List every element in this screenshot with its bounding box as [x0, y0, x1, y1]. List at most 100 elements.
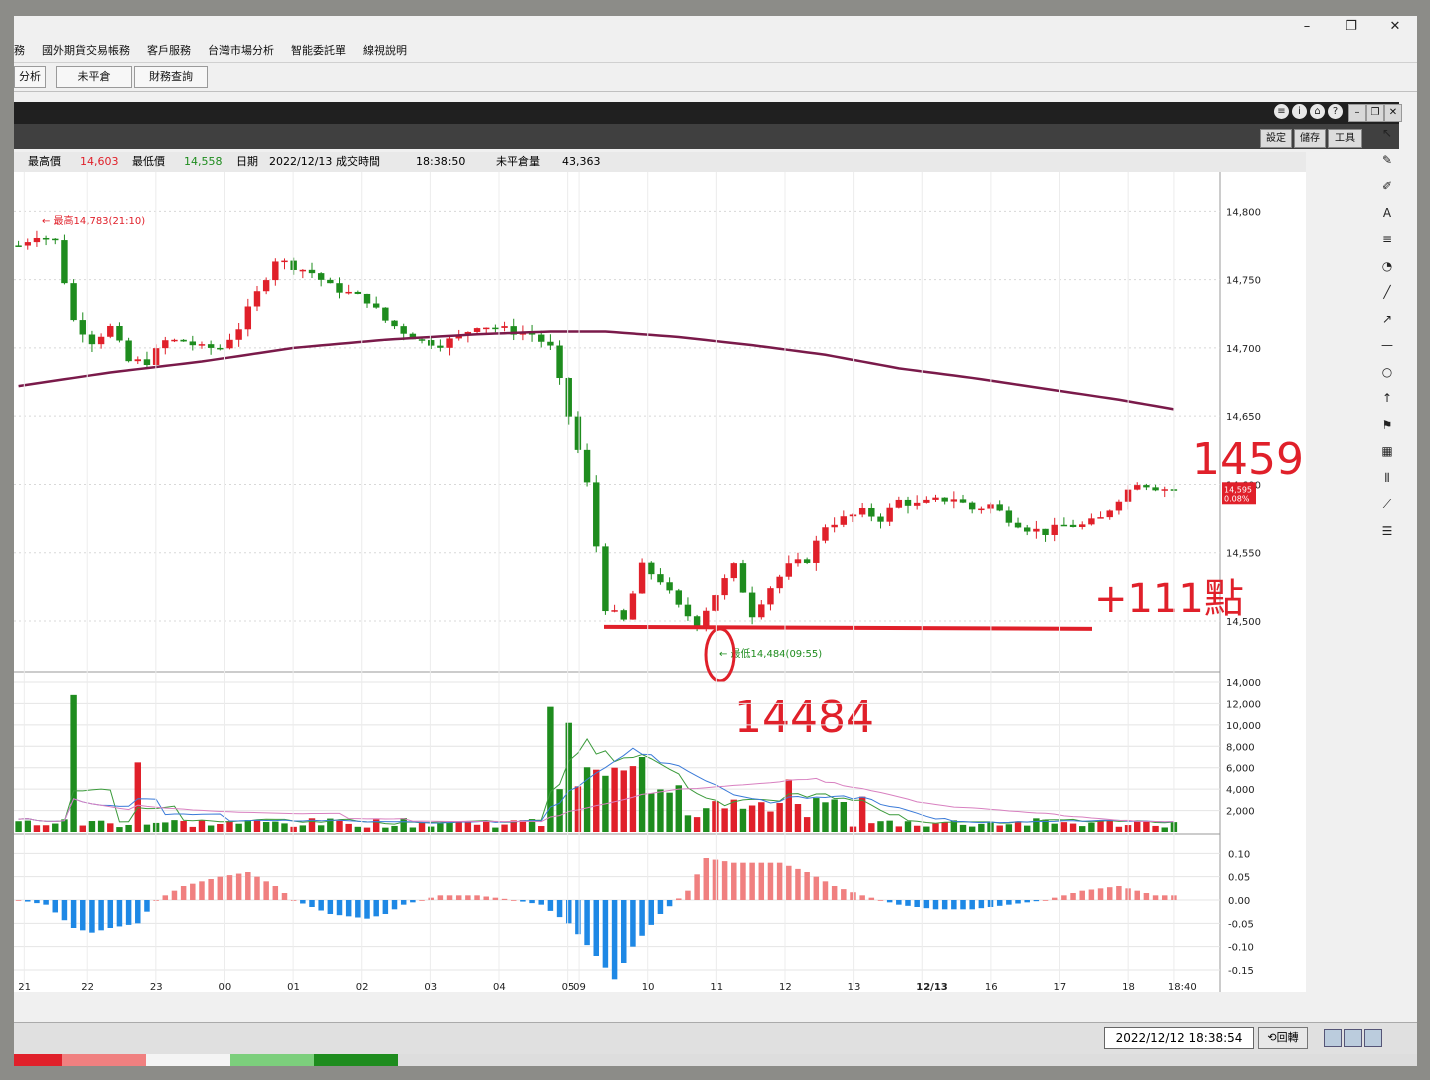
volume-tick-label: 14,000 — [1226, 678, 1261, 689]
volume-bar — [657, 789, 664, 832]
menu-item[interactable]: 線視說明 — [363, 42, 407, 58]
volume-bar — [785, 779, 793, 832]
chart-close-icon[interactable]: ✕ — [1384, 104, 1402, 122]
ray-tool-icon[interactable]: ↗ — [1378, 310, 1396, 328]
chart-minimize-icon[interactable]: – — [1348, 104, 1366, 122]
candle-body — [308, 269, 316, 274]
volume-bar — [290, 826, 297, 832]
circle-tool-icon[interactable]: ○ — [1378, 363, 1396, 381]
text-tool-icon[interactable]: A — [1378, 204, 1396, 222]
candle-body — [968, 502, 976, 510]
volume-bar — [336, 820, 343, 832]
candle-body — [895, 499, 903, 508]
volume-bar — [1106, 820, 1113, 832]
analysis-button[interactable]: 分析 — [14, 66, 46, 88]
fib-tool-icon[interactable]: ☰ — [1378, 522, 1396, 540]
macd-bar — [749, 862, 755, 900]
menu-item[interactable]: 國外期貨交易帳務 — [42, 42, 130, 58]
candle-body — [400, 326, 407, 334]
tools-button[interactable]: 工具 — [1328, 129, 1362, 148]
macd-bar — [804, 872, 810, 900]
macd-bar — [162, 895, 169, 900]
vlines-tool-icon[interactable]: ⦀ — [1378, 469, 1396, 487]
macd-bar — [300, 900, 306, 904]
save-button[interactable]: 儲存 — [1294, 129, 1326, 148]
volume-bar — [97, 820, 105, 832]
hline-tool-icon[interactable]: — — [1378, 336, 1396, 354]
home-icon[interactable]: ⌂ — [1310, 104, 1325, 119]
cursor-icon[interactable]: ↖ — [1378, 124, 1396, 142]
info-icon[interactable]: i — [1292, 104, 1307, 119]
macd-bar — [1070, 893, 1076, 900]
fan-tool-icon[interactable]: ⟋ — [1378, 495, 1396, 513]
volume-bar — [382, 827, 389, 832]
menu-item[interactable]: 台灣市場分析 — [208, 42, 274, 58]
volume-bar — [913, 825, 921, 832]
candle-body — [1051, 524, 1058, 535]
menu-item[interactable]: 客戶服務 — [147, 42, 191, 58]
macd-bar — [116, 900, 123, 927]
minimize-icon[interactable]: – — [1285, 16, 1329, 38]
layout2-icon[interactable] — [1344, 1029, 1362, 1047]
macd-bar — [510, 900, 517, 901]
restore-icon[interactable]: ❐ — [1329, 16, 1373, 38]
volume-bar — [501, 824, 508, 832]
volume-bar — [226, 821, 233, 832]
menu-item[interactable]: 務 — [14, 42, 25, 58]
eraser-icon[interactable]: ✎ — [1378, 151, 1396, 169]
candle-body — [281, 260, 288, 263]
volume-bar — [730, 799, 737, 832]
macd-bar — [1024, 900, 1030, 903]
line-tool-icon[interactable]: ╱ — [1378, 283, 1396, 301]
volume-bar — [895, 826, 903, 832]
macd-bar — [52, 900, 59, 913]
time-value: 18:38:50 — [416, 155, 466, 168]
candle-body — [382, 307, 389, 321]
back-icon: ⟲ — [1267, 1031, 1277, 1044]
price-tick-label: 14,800 — [1226, 207, 1261, 218]
volume-bar — [748, 805, 756, 832]
menu-icon[interactable]: ≡ — [1274, 104, 1289, 119]
menu-item[interactable]: 智能委託單 — [291, 42, 346, 58]
arrow-tool-icon[interactable]: ↑ — [1378, 389, 1396, 407]
candle-body — [327, 279, 334, 284]
macd-bar — [639, 900, 645, 936]
candle-body — [666, 582, 673, 591]
volume-bar — [235, 823, 242, 832]
macd-bar — [914, 900, 920, 907]
macd-bar — [795, 868, 801, 900]
oi-value: 43,363 — [562, 155, 601, 168]
x-tick-label: 01 — [287, 982, 300, 992]
chart-restore-icon[interactable]: ❐ — [1366, 104, 1384, 122]
macd-bar — [245, 872, 251, 900]
price-low-annotation: 14484 — [734, 692, 874, 743]
back-button[interactable]: ⟲回轉 — [1258, 1027, 1308, 1049]
help-icon[interactable]: ? — [1328, 104, 1343, 119]
volume-bar — [968, 826, 976, 832]
candle-body — [978, 508, 985, 511]
hlines-icon[interactable]: ≡ — [1378, 230, 1396, 248]
paint-icon[interactable]: ✐ — [1378, 177, 1396, 195]
x-tick-label: 21 — [18, 982, 31, 992]
macd-bar — [1143, 893, 1150, 900]
datetime-display: 2022/12/12 18:38:54 — [1104, 1027, 1254, 1049]
layout3-icon[interactable] — [1364, 1029, 1382, 1047]
chart-area[interactable]: 14,80014,75014,70014,65014,60014,55014,5… — [14, 172, 1332, 993]
marker-tool-icon[interactable]: ⚑ — [1378, 416, 1396, 434]
volume-bar — [79, 825, 86, 832]
close-icon[interactable]: ✕ — [1373, 16, 1417, 38]
macd-tick-label: 0.10 — [1228, 849, 1250, 860]
x-tick-label: 23 — [150, 982, 163, 992]
volume-bar — [272, 821, 279, 832]
grid-tool-icon[interactable]: ▦ — [1378, 442, 1396, 460]
finance-query-button[interactable]: 財務查詢 — [134, 66, 208, 88]
candle-body — [15, 245, 22, 247]
volume-bar — [611, 767, 618, 832]
macd-bar — [951, 900, 957, 910]
setting-button[interactable]: 設定 — [1260, 129, 1292, 148]
open-interest-button[interactable]: 未平倉 — [56, 66, 132, 88]
layout-icon[interactable] — [1324, 1029, 1342, 1047]
palette-icon[interactable]: ◔ — [1378, 257, 1396, 275]
low-value: 14,558 — [184, 155, 223, 168]
candle-body — [418, 339, 426, 341]
